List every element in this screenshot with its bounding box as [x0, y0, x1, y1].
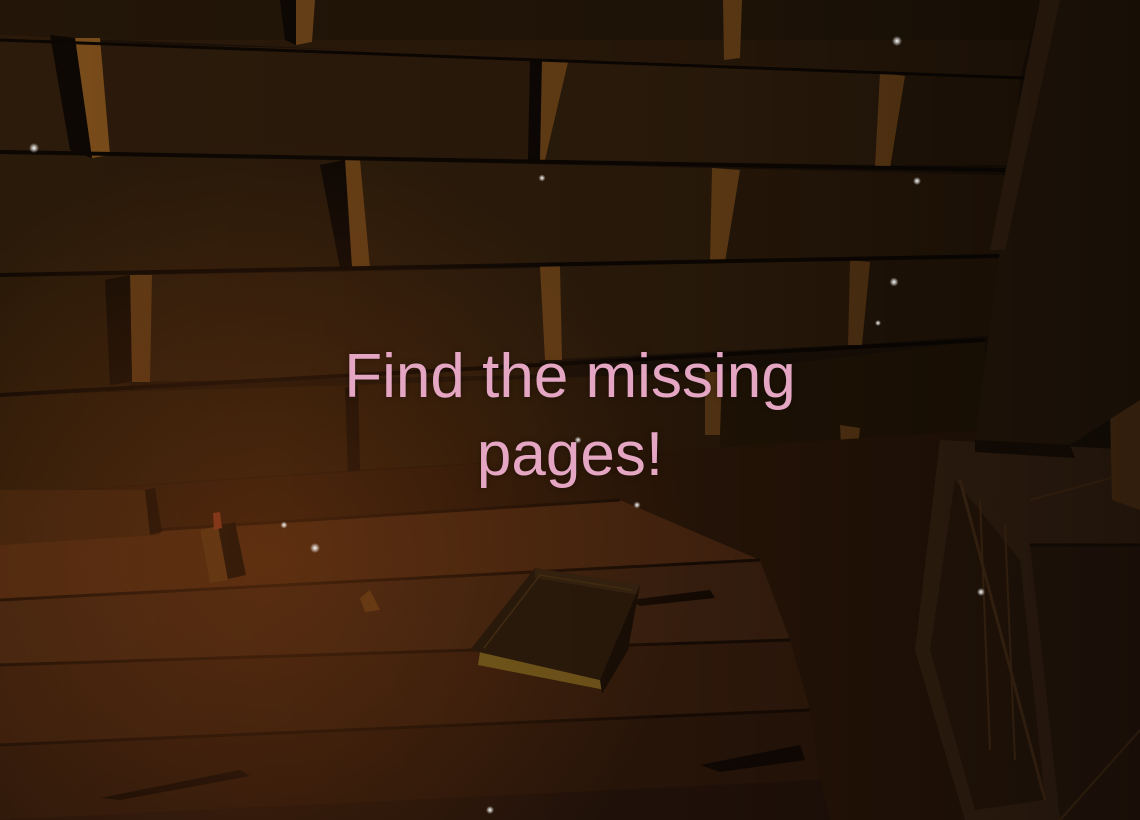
objective-message: Find the missing pages! [344, 342, 796, 489]
game-viewport[interactable]: Find the missing pages! [0, 0, 1140, 820]
